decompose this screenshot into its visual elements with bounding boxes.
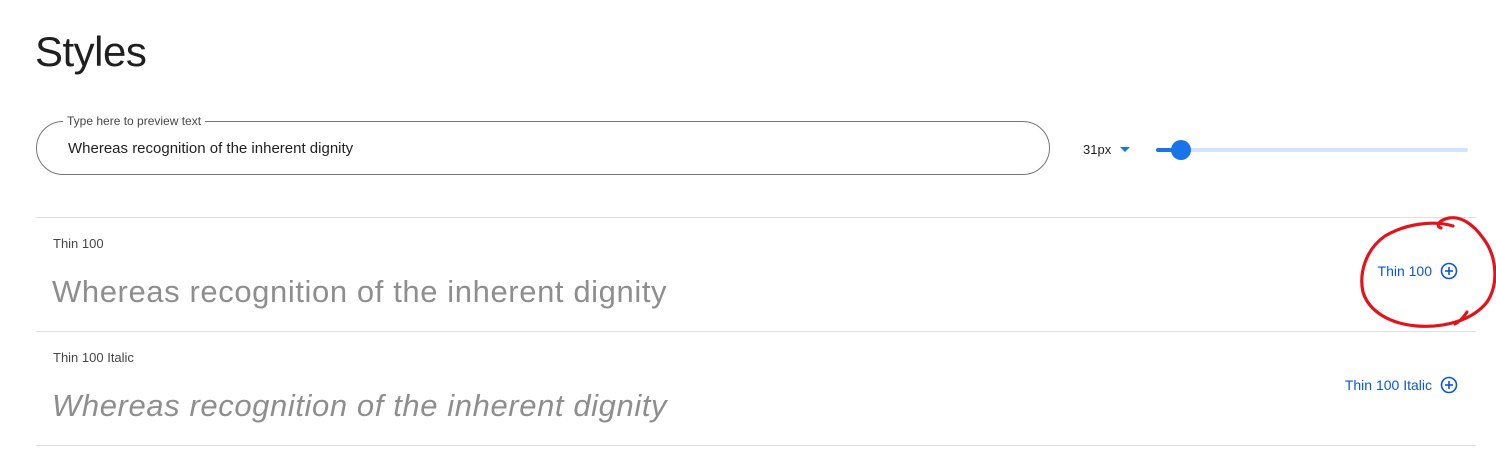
slider-track <box>1156 148 1468 152</box>
caret-down-icon <box>1120 146 1131 152</box>
preview-text-field[interactable]: Type here to preview text <box>36 114 1050 175</box>
preview-text-input[interactable] <box>68 136 1008 160</box>
style-row-thin-100-italic: Thin 100 Italic Whereas recognition of t… <box>36 331 1476 446</box>
styles-page: Styles Type here to preview text 31px Th… <box>0 0 1496 467</box>
font-size-value: 31px <box>1083 141 1112 157</box>
add-circle-icon <box>1440 262 1458 280</box>
style-name: Thin 100 <box>53 236 104 251</box>
select-style-label: Thin 100 <box>1377 263 1432 279</box>
style-preview-text: Whereas recognition of the inherent dign… <box>52 274 668 309</box>
page-title: Styles <box>35 28 147 75</box>
preview-field-label: Type here to preview text <box>63 114 206 128</box>
style-row-thin-100: Thin 100 Whereas recognition of the inhe… <box>36 217 1476 331</box>
select-style-button[interactable]: Thin 100 Italic <box>1345 376 1458 394</box>
select-style-label: Thin 100 Italic <box>1344 377 1432 393</box>
styles-list: Thin 100 Whereas recognition of the inhe… <box>36 217 1476 446</box>
style-name: Thin 100 Italic <box>53 350 134 365</box>
style-preview-text: Whereas recognition of the inherent dign… <box>52 388 668 423</box>
select-style-button[interactable]: Thin 100 <box>1378 262 1458 280</box>
font-size-slider[interactable] <box>1156 138 1468 162</box>
font-size-dropdown[interactable]: 31px <box>1083 139 1131 159</box>
slider-thumb[interactable] <box>1170 140 1191 160</box>
add-circle-icon <box>1440 376 1458 394</box>
